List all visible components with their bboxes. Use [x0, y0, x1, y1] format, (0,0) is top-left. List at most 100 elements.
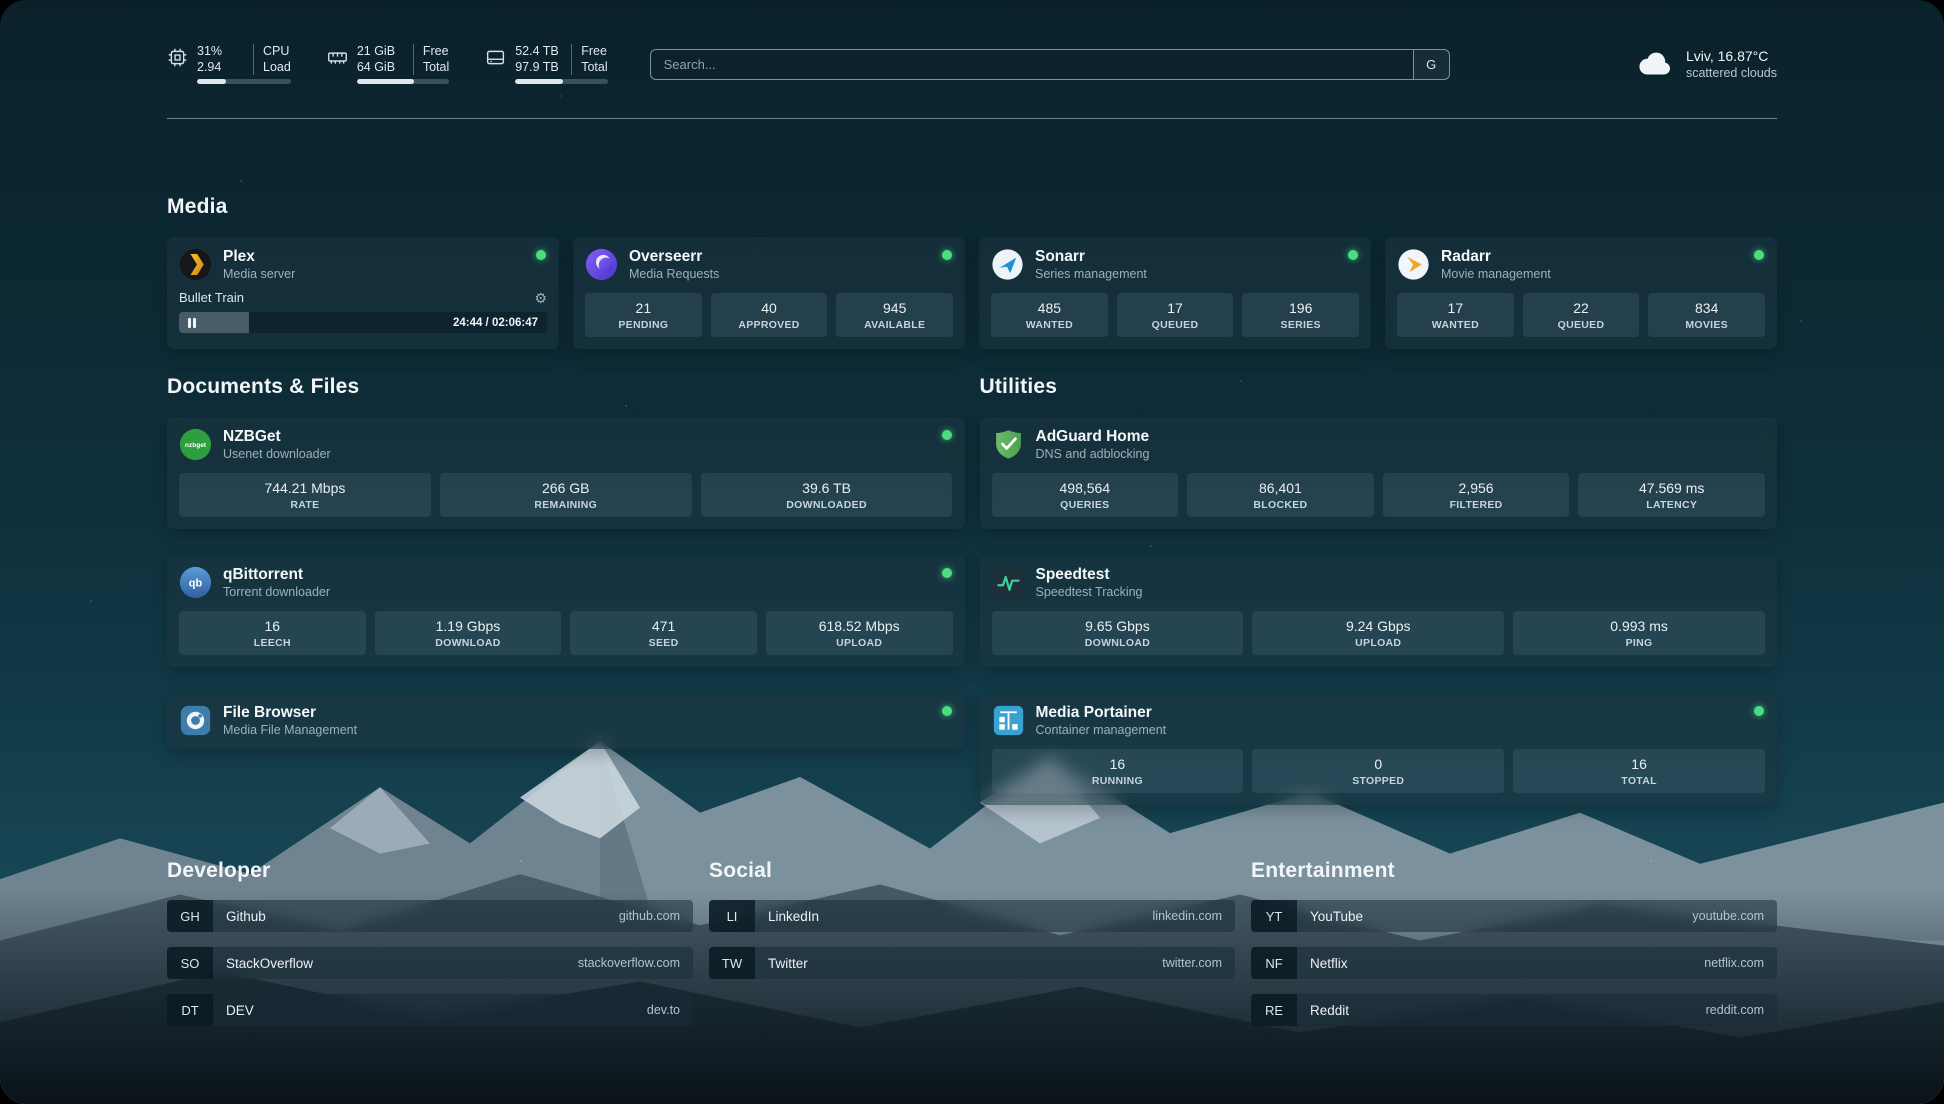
status-dot	[942, 706, 952, 716]
section-media: Media Plex Medi	[167, 195, 1777, 349]
bookmark-reddit[interactable]: RE Reddit reddit.com	[1251, 994, 1777, 1026]
stat-blocked: 86,401 BLOCKED	[1187, 473, 1374, 517]
service-name: File Browser	[223, 704, 357, 722]
disk-free-label: Free	[571, 44, 607, 60]
bookmark-url: github.com	[619, 909, 680, 923]
service-name: Radarr	[1441, 248, 1551, 266]
weather-location: Lviv, 16.87°C	[1686, 48, 1777, 64]
service-description: Container management	[1036, 723, 1167, 737]
stat-movies: 834 MOVIES	[1648, 293, 1765, 337]
bookmark-dev[interactable]: DT DEV dev.to	[167, 994, 693, 1026]
service-card-portainer[interactable]: Media Portainer Container management 16 …	[980, 693, 1778, 805]
nzbget-icon: nzbget	[179, 428, 212, 461]
cpu-usage-label: CPU	[253, 44, 289, 60]
service-name: Speedtest	[1036, 566, 1143, 584]
stat-seed: 471 SEED	[570, 611, 757, 655]
cpu-load-label: Load	[253, 60, 291, 76]
memory-widget: 21 GiB Free 64 GiB Total	[327, 44, 449, 84]
service-card-adguard[interactable]: AdGuard Home DNS and adblocking 498,564 …	[980, 417, 1778, 529]
status-dot	[942, 430, 952, 440]
resource-widgets: 31% CPU 2.94 Load	[167, 44, 608, 84]
service-description: Series management	[1035, 267, 1147, 281]
disk-progress-fill	[515, 79, 563, 84]
bookmark-abbr: SO	[167, 947, 213, 979]
service-card-sonarr[interactable]: Sonarr Series management 485 WANTED 17 Q…	[979, 237, 1371, 349]
entertainment-section-title: Entertainment	[1251, 859, 1777, 883]
search-input[interactable]	[650, 49, 1413, 80]
qbittorrent-icon: qb	[179, 566, 212, 599]
bookmark-url: linkedin.com	[1153, 909, 1222, 923]
stat-running: 16 RUNNING	[992, 749, 1244, 793]
stat-series: 196 SERIES	[1242, 293, 1359, 337]
status-dot	[1348, 250, 1358, 260]
bookmark-url: netflix.com	[1704, 956, 1764, 970]
stat-latency: 47.569 ms LATENCY	[1578, 473, 1765, 517]
service-name: qBittorrent	[223, 566, 330, 584]
developer-section-title: Developer	[167, 859, 693, 883]
bookmark-abbr: GH	[167, 900, 213, 932]
bookmark-github[interactable]: GH Github github.com	[167, 900, 693, 932]
bookmark-abbr: YT	[1251, 900, 1297, 932]
sonarr-icon	[991, 248, 1024, 281]
disk-widget: 52.4 TB Free 97.9 TB Total	[485, 44, 607, 84]
disk-total-value: 97.9 TB	[515, 60, 567, 76]
bookmark-netflix[interactable]: NF Netflix netflix.com	[1251, 947, 1777, 979]
search-provider-button[interactable]: G	[1413, 49, 1450, 80]
gear-icon[interactable]: ⚙	[534, 291, 547, 305]
stat-filtered: 2,956 FILTERED	[1383, 473, 1570, 517]
bookmark-url: reddit.com	[1706, 1003, 1764, 1017]
memory-total-label: Total	[413, 60, 449, 76]
portainer-icon	[992, 704, 1025, 737]
bookmark-stackoverflow[interactable]: SO StackOverflow stackoverflow.com	[167, 947, 693, 979]
service-name: AdGuard Home	[1036, 428, 1150, 446]
plex-icon	[179, 248, 212, 281]
service-card-nzbget[interactable]: nzbget NZBGet Usenet downloader 744.	[167, 417, 965, 529]
memory-icon	[327, 47, 348, 68]
service-card-speedtest[interactable]: Speedtest Speedtest Tracking 9.65 Gbps D…	[980, 555, 1778, 667]
memory-free-value: 21 GiB	[357, 44, 409, 60]
stat-ping: 0.993 ms PING	[1513, 611, 1765, 655]
stat-leech: 16 LEECH	[179, 611, 366, 655]
service-card-overseerr[interactable]: Overseerr Media Requests 21 PENDING 40 A…	[573, 237, 965, 349]
disk-icon	[485, 47, 506, 68]
cpu-progress-bar	[197, 79, 291, 84]
filebrowser-icon	[179, 704, 212, 737]
service-card-filebrowser[interactable]: File Browser Media File Management	[167, 693, 965, 749]
overseerr-icon	[585, 248, 618, 281]
bookmark-twitter[interactable]: TW Twitter twitter.com	[709, 947, 1235, 979]
service-name: Media Portainer	[1036, 704, 1167, 722]
stat-upload: 618.52 Mbps UPLOAD	[766, 611, 953, 655]
bookmark-name: Twitter	[768, 956, 808, 971]
top-bar: 31% CPU 2.94 Load	[167, 40, 1777, 88]
svg-text:nzbget: nzbget	[185, 442, 207, 449]
bookmark-name: LinkedIn	[768, 909, 819, 924]
service-name: NZBGet	[223, 428, 331, 446]
memory-progress-fill	[357, 79, 414, 84]
cloud-icon	[1637, 49, 1675, 79]
status-dot	[536, 250, 546, 260]
bookmark-youtube[interactable]: YT YouTube youtube.com	[1251, 900, 1777, 932]
bookmark-linkedin[interactable]: LI LinkedIn linkedin.com	[709, 900, 1235, 932]
bookmark-url: dev.to	[647, 1003, 680, 1017]
playback-progress-bar[interactable]: 24:44 / 02:06:47	[179, 312, 547, 333]
service-card-qbittorrent[interactable]: qb qBittorrent Torrent downloader 16	[167, 555, 965, 667]
service-card-radarr[interactable]: Radarr Movie management 17 WANTED 22 QUE…	[1385, 237, 1777, 349]
service-name: Plex	[223, 248, 295, 266]
pause-icon[interactable]	[188, 318, 196, 328]
memory-progress-bar	[357, 79, 449, 84]
disk-free-value: 52.4 TB	[515, 44, 567, 60]
cpu-icon	[167, 47, 188, 68]
social-section-title: Social	[709, 859, 1235, 883]
bookmark-abbr: DT	[167, 994, 213, 1026]
stat-approved: 40 APPROVED	[711, 293, 828, 337]
service-card-plex[interactable]: Plex Media server Bullet Train ⚙	[167, 237, 559, 349]
bookmark-abbr: NF	[1251, 947, 1297, 979]
service-description: Torrent downloader	[223, 585, 330, 599]
weather-widget[interactable]: Lviv, 16.87°C scattered clouds	[1637, 48, 1777, 80]
bookmark-abbr: LI	[709, 900, 755, 932]
service-description: Media server	[223, 267, 295, 281]
speedtest-icon	[992, 566, 1025, 599]
now-playing-widget: Bullet Train ⚙ 24:44 / 02:06:47	[179, 290, 547, 333]
memory-total-value: 64 GiB	[357, 60, 409, 76]
service-description: Media Requests	[629, 267, 719, 281]
